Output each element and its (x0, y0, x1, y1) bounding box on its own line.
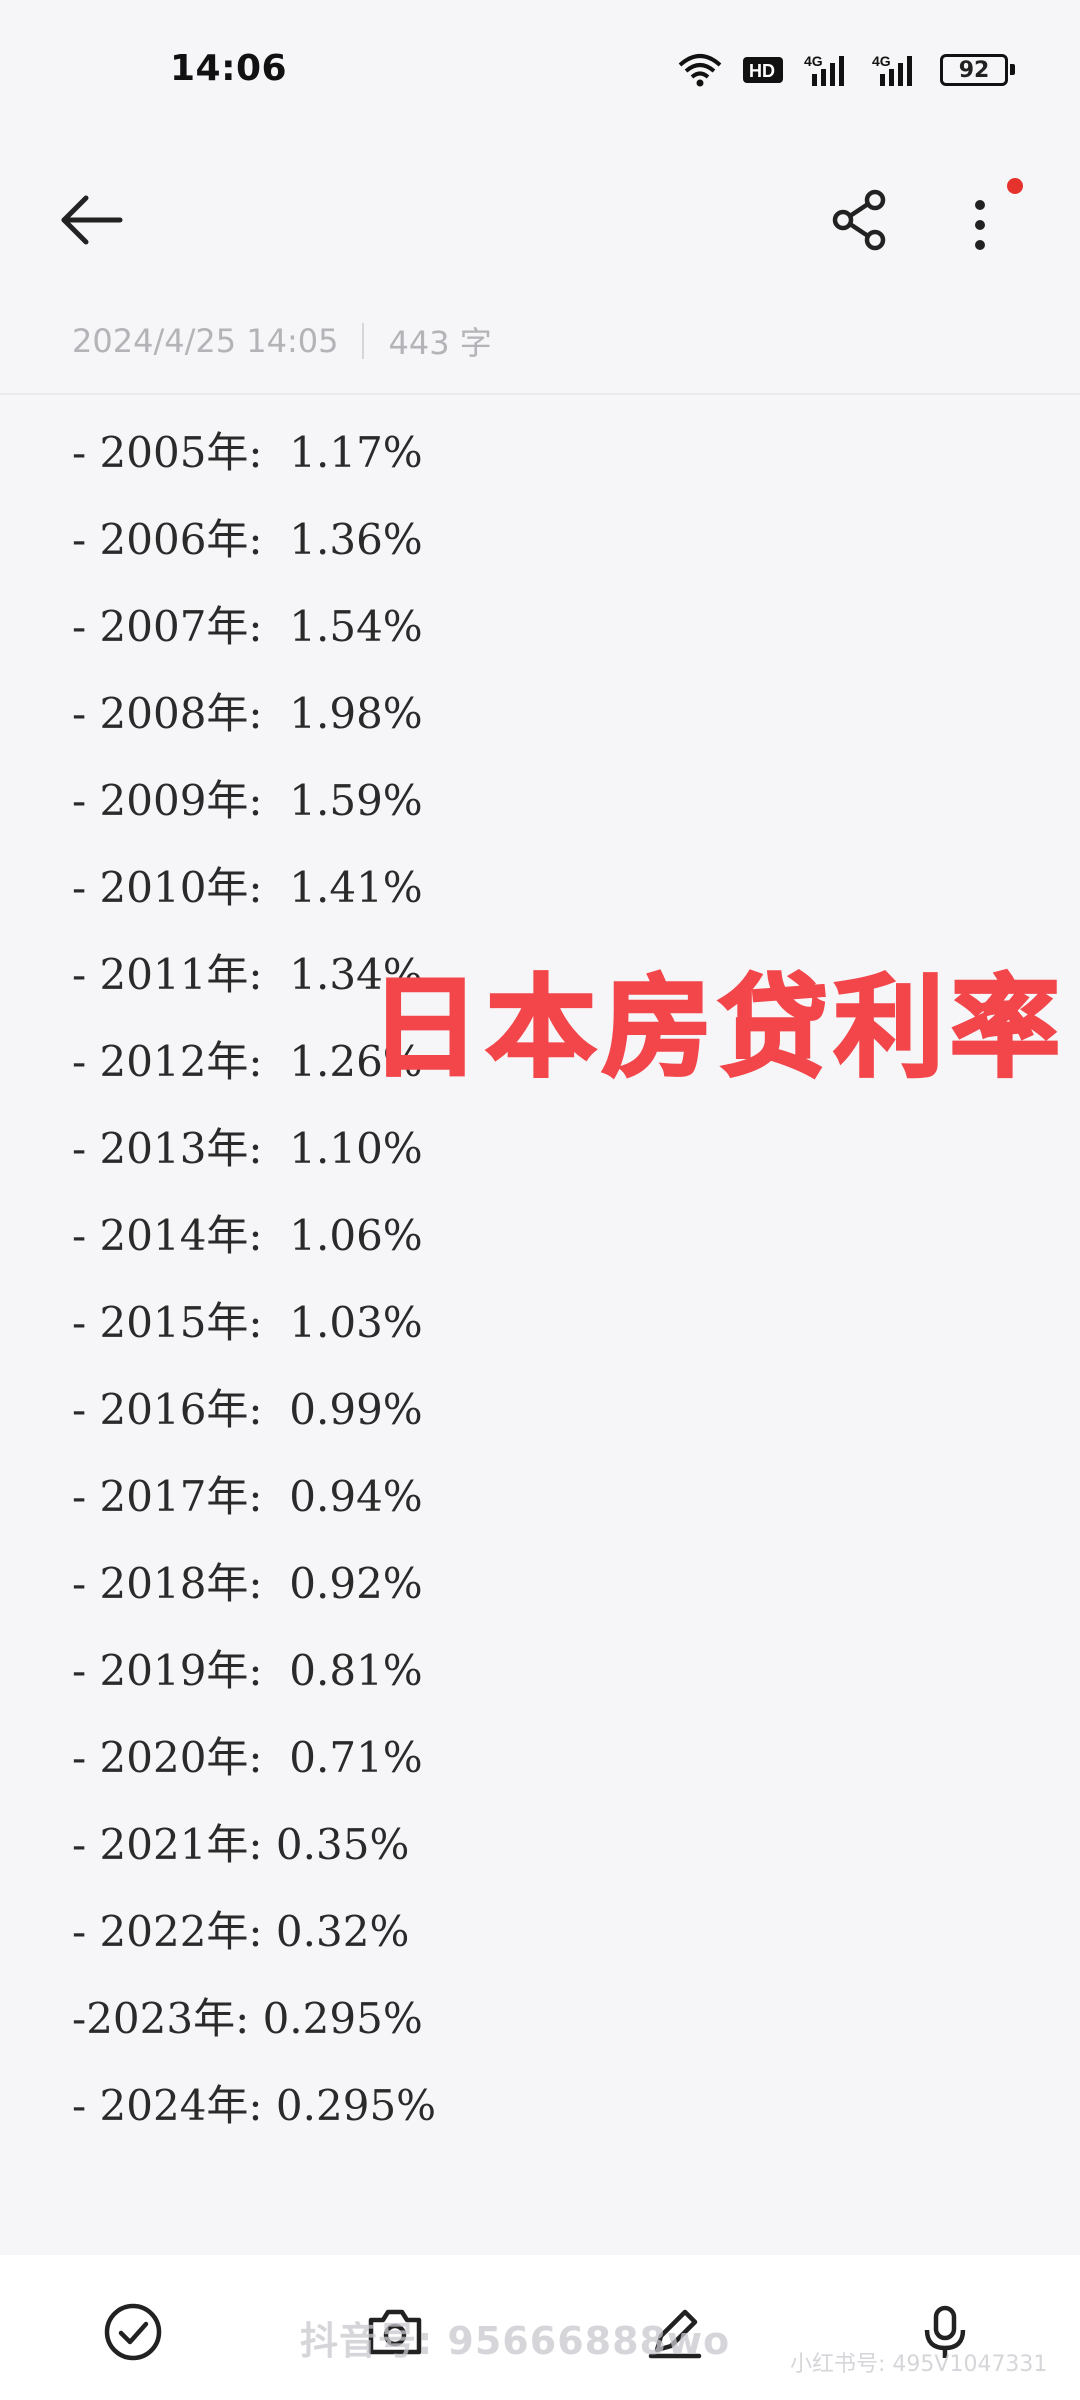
signal-icon-sim2: 4G (872, 52, 920, 88)
note-line: - 2006年: 1.36% (72, 515, 423, 564)
note-line: - 2016年: 0.99% (72, 1385, 423, 1434)
note-line: - 2021年: 0.35% (72, 1820, 410, 1869)
check-circle-icon (104, 2303, 162, 2361)
status-time: 14:06 (170, 48, 288, 89)
signal-icon-sim1: 4G (804, 52, 852, 88)
watermark-small: 小红书号: 495V1047331 (790, 2352, 1048, 2377)
meta-separator (362, 323, 365, 359)
share-button[interactable] (825, 185, 895, 255)
note-line: - 2020年: 0.71% (72, 1733, 423, 1782)
notification-dot (1007, 178, 1023, 194)
svg-text:HD: HD (749, 61, 775, 81)
note-line: - 2024年: 0.295% (72, 2081, 437, 2130)
arrow-left-icon (61, 195, 123, 245)
wifi-icon (678, 53, 722, 87)
note-line: - 2008年: 1.98% (72, 689, 423, 738)
note-line: - 2009年: 1.59% (72, 776, 423, 825)
more-vertical-icon (975, 200, 985, 250)
svg-text:4G: 4G (872, 53, 891, 69)
overlay-title: 日本房贷利率 (369, 963, 1066, 1094)
battery-level: 92 (958, 57, 990, 83)
note-line: - 2018年: 0.92% (72, 1559, 423, 1608)
note-line: - 2005年: 1.17% (72, 428, 423, 477)
note-line: - 2019年: 0.81% (72, 1646, 423, 1695)
share-icon (832, 189, 886, 251)
note-line: - 2017年: 0.94% (72, 1472, 423, 1521)
note-word-count: 443 字 (388, 324, 492, 362)
status-bar: 14:06 HD 4G 4G 92 (0, 0, 1080, 140)
battery-icon: 92 (940, 54, 1015, 86)
note-line: - 2013年: 1.10% (72, 1124, 423, 1173)
header-divider (0, 393, 1080, 395)
note-line: - 2014年: 1.06% (72, 1211, 423, 1260)
hd-voice-icon: HD (742, 55, 784, 85)
checklist-button[interactable] (98, 2297, 168, 2367)
note-line: - 2010年: 1.41% (72, 863, 423, 912)
note-line: - 2015年: 1.03% (72, 1298, 423, 1347)
note-line: - 2007年: 1.54% (72, 602, 423, 651)
status-icons: HD 4G 4G 92 (678, 52, 1015, 88)
note-date: 2024/4/25 14:05 (72, 322, 339, 360)
note-meta: 2024/4/25 14:05 443 字 (72, 318, 492, 364)
back-button[interactable] (58, 190, 128, 250)
note-content[interactable]: - 2005年: 1.17% - 2006年: 1.36% - 2007年: 1… (72, 422, 972, 2162)
svg-text:4G: 4G (804, 53, 823, 69)
watermark: 抖音号: 95666888wo (300, 2319, 731, 2363)
app-bar (0, 160, 1080, 280)
more-options-button[interactable] (950, 185, 1010, 265)
note-line: -2023年: 0.295% (72, 1994, 423, 2043)
note-line: - 2022年: 0.32% (72, 1907, 410, 1956)
